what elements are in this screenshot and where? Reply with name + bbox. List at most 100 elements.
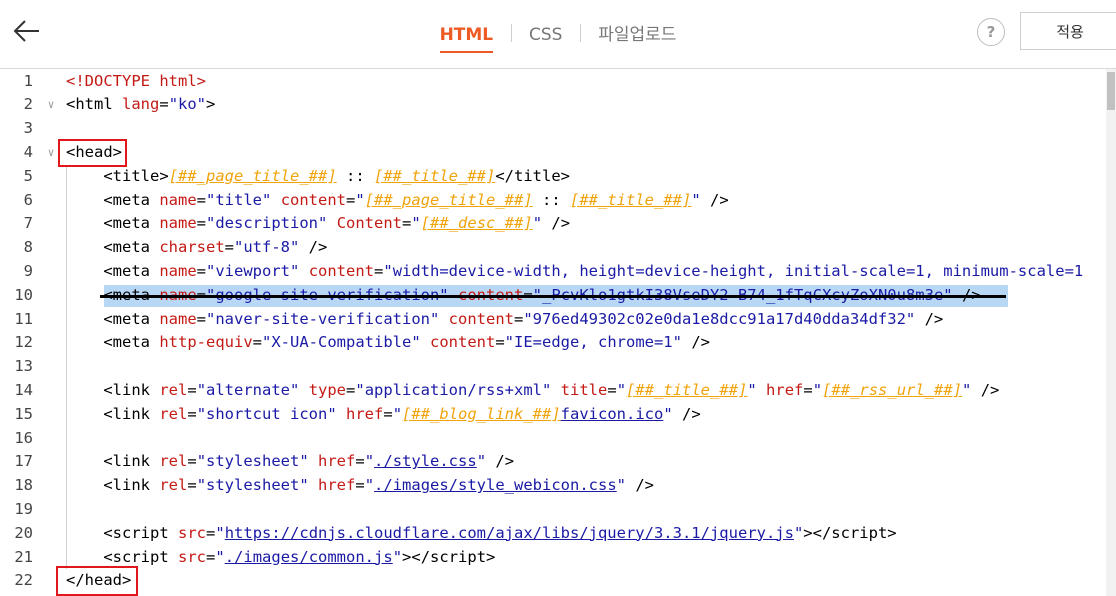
code-token: < xyxy=(66,214,113,233)
code-editor[interactable]: 1 2 3 4 5 6 7 8 9 10 11 12 13 14 15 16 17 18 19 20 21 22 <!DO… xyxy=(0,69,1106,596)
code-token: > xyxy=(206,95,216,114)
code-line[interactable]: <meta http-equiv="X-UA-Compatible" conte… xyxy=(66,331,710,355)
code-token: "application/rss+xml" xyxy=(355,380,552,399)
line-number: 7 xyxy=(23,214,33,233)
code-token: " xyxy=(747,380,757,399)
code-token: :: xyxy=(532,190,571,209)
help-icon[interactable]: ? xyxy=(977,18,1005,46)
code-token: title xyxy=(112,166,160,185)
code-line[interactable]: <link rel="stylesheet" href="./style.css… xyxy=(66,450,514,474)
code-line[interactable]: <meta name="title" content="[##_page_tit… xyxy=(66,189,729,213)
tab-css[interactable]: CSS xyxy=(525,25,566,45)
editor-toolbar: HTML CSS 파일업로드 ? 적용 xyxy=(0,0,1116,69)
code-token: ./images/style_webicon.css xyxy=(374,476,617,495)
line-number: 12 xyxy=(14,333,33,352)
code-line[interactable]: <title>[##_page_title_##] :: [##_title_#… xyxy=(66,165,570,189)
code-token: = xyxy=(252,333,263,352)
code-line[interactable]: <link rel="shortcut icon" href="[##_blog… xyxy=(66,403,700,427)
scrollbar-thumb[interactable] xyxy=(1107,72,1115,110)
code-token: < xyxy=(66,190,113,209)
code-token: = xyxy=(803,380,813,399)
code-token: " xyxy=(215,547,225,566)
code-token: "stylesheet" xyxy=(196,476,309,495)
code-token: " xyxy=(392,404,403,423)
head-open-annotation-box xyxy=(58,138,127,167)
code-line[interactable]: <meta name="naver-site-verification" con… xyxy=(66,308,943,332)
fold-chevron-icon[interactable]: ∨ xyxy=(44,141,58,165)
fold-chevron-icon[interactable]: ∨ xyxy=(44,93,58,117)
code-token: = xyxy=(383,404,393,423)
code-token: < xyxy=(66,166,113,185)
code-token: /> xyxy=(700,190,729,209)
code-token: /> xyxy=(681,333,710,352)
code-token: [##_title_##] xyxy=(570,190,692,209)
code-token: = xyxy=(607,380,617,399)
code-token: " xyxy=(663,404,673,423)
code-token: = xyxy=(159,95,169,114)
code-token: type xyxy=(308,380,347,399)
line-number: 6 xyxy=(23,190,33,209)
code-token: < xyxy=(66,404,113,423)
tab-file-upload[interactable]: 파일업로드 xyxy=(594,20,680,45)
line-number: 2 xyxy=(23,95,33,114)
code-token: meta xyxy=(112,333,150,352)
code-token: [##_page_title_##] xyxy=(168,166,337,185)
tab-html[interactable]: HTML xyxy=(436,25,498,53)
code-token: link xyxy=(112,380,150,399)
code-token: = xyxy=(346,190,356,209)
code-token: = xyxy=(355,476,365,495)
code-token: "width=device-width, height=device-heigh… xyxy=(383,261,1084,280)
code-token: script xyxy=(430,547,487,566)
code-token: name xyxy=(159,214,197,233)
code-token: script xyxy=(831,523,888,542)
code-token: < xyxy=(66,95,76,114)
code-token: " xyxy=(392,547,403,566)
code-line[interactable]: <link rel="alternate" type="application/… xyxy=(66,379,999,403)
code-token: " xyxy=(691,190,701,209)
code-token: = xyxy=(374,261,384,280)
line-number: 16 xyxy=(14,428,33,447)
code-line[interactable]: <html lang="ko"> xyxy=(66,93,215,117)
apply-button[interactable]: 적용 xyxy=(1020,12,1116,50)
code-token: = xyxy=(206,547,216,566)
code-token: " xyxy=(364,452,375,471)
code-token: title xyxy=(514,166,561,185)
code-line[interactable]: <!DOCTYPE html> xyxy=(66,70,206,94)
code-token: [##_title_##] xyxy=(626,380,748,399)
code-token: > xyxy=(560,166,571,185)
code-token: " xyxy=(364,476,375,495)
code-token: = xyxy=(346,380,356,399)
code-token: /> xyxy=(971,380,1000,399)
redaction-strikethrough xyxy=(100,294,1006,298)
code-token: lang xyxy=(122,95,160,114)
code-token: "shortcut icon" xyxy=(196,404,337,423)
code-token: = xyxy=(495,333,505,352)
code-token: rel xyxy=(159,404,188,423)
code-token: link xyxy=(112,476,150,495)
code-token: "alternate" xyxy=(196,380,300,399)
code-token: script xyxy=(112,523,169,542)
code-token: = xyxy=(196,214,207,233)
code-token: "viewport" xyxy=(206,261,300,280)
code-token: < xyxy=(66,309,113,328)
code-token: = xyxy=(187,476,197,495)
code-token: meta xyxy=(112,309,150,328)
code-token: href xyxy=(318,476,356,495)
code-line[interactable]: <script src="https://cdnjs.cloudflare.co… xyxy=(66,522,896,546)
code-token: /> xyxy=(486,452,515,471)
code-token: < xyxy=(66,333,113,352)
code-line[interactable]: <meta name="viewport" content="width=dev… xyxy=(66,260,1083,284)
code-token: " xyxy=(215,523,225,542)
code-line[interactable]: <meta name="description" Content="[##_de… xyxy=(66,212,570,236)
code-token: html xyxy=(75,95,113,114)
editor-scrollbar[interactable] xyxy=(1106,69,1116,596)
code-line[interactable]: <link rel="stylesheet" href="./images/st… xyxy=(66,474,654,498)
code-line[interactable]: <meta charset="utf-8" /> xyxy=(66,236,327,260)
